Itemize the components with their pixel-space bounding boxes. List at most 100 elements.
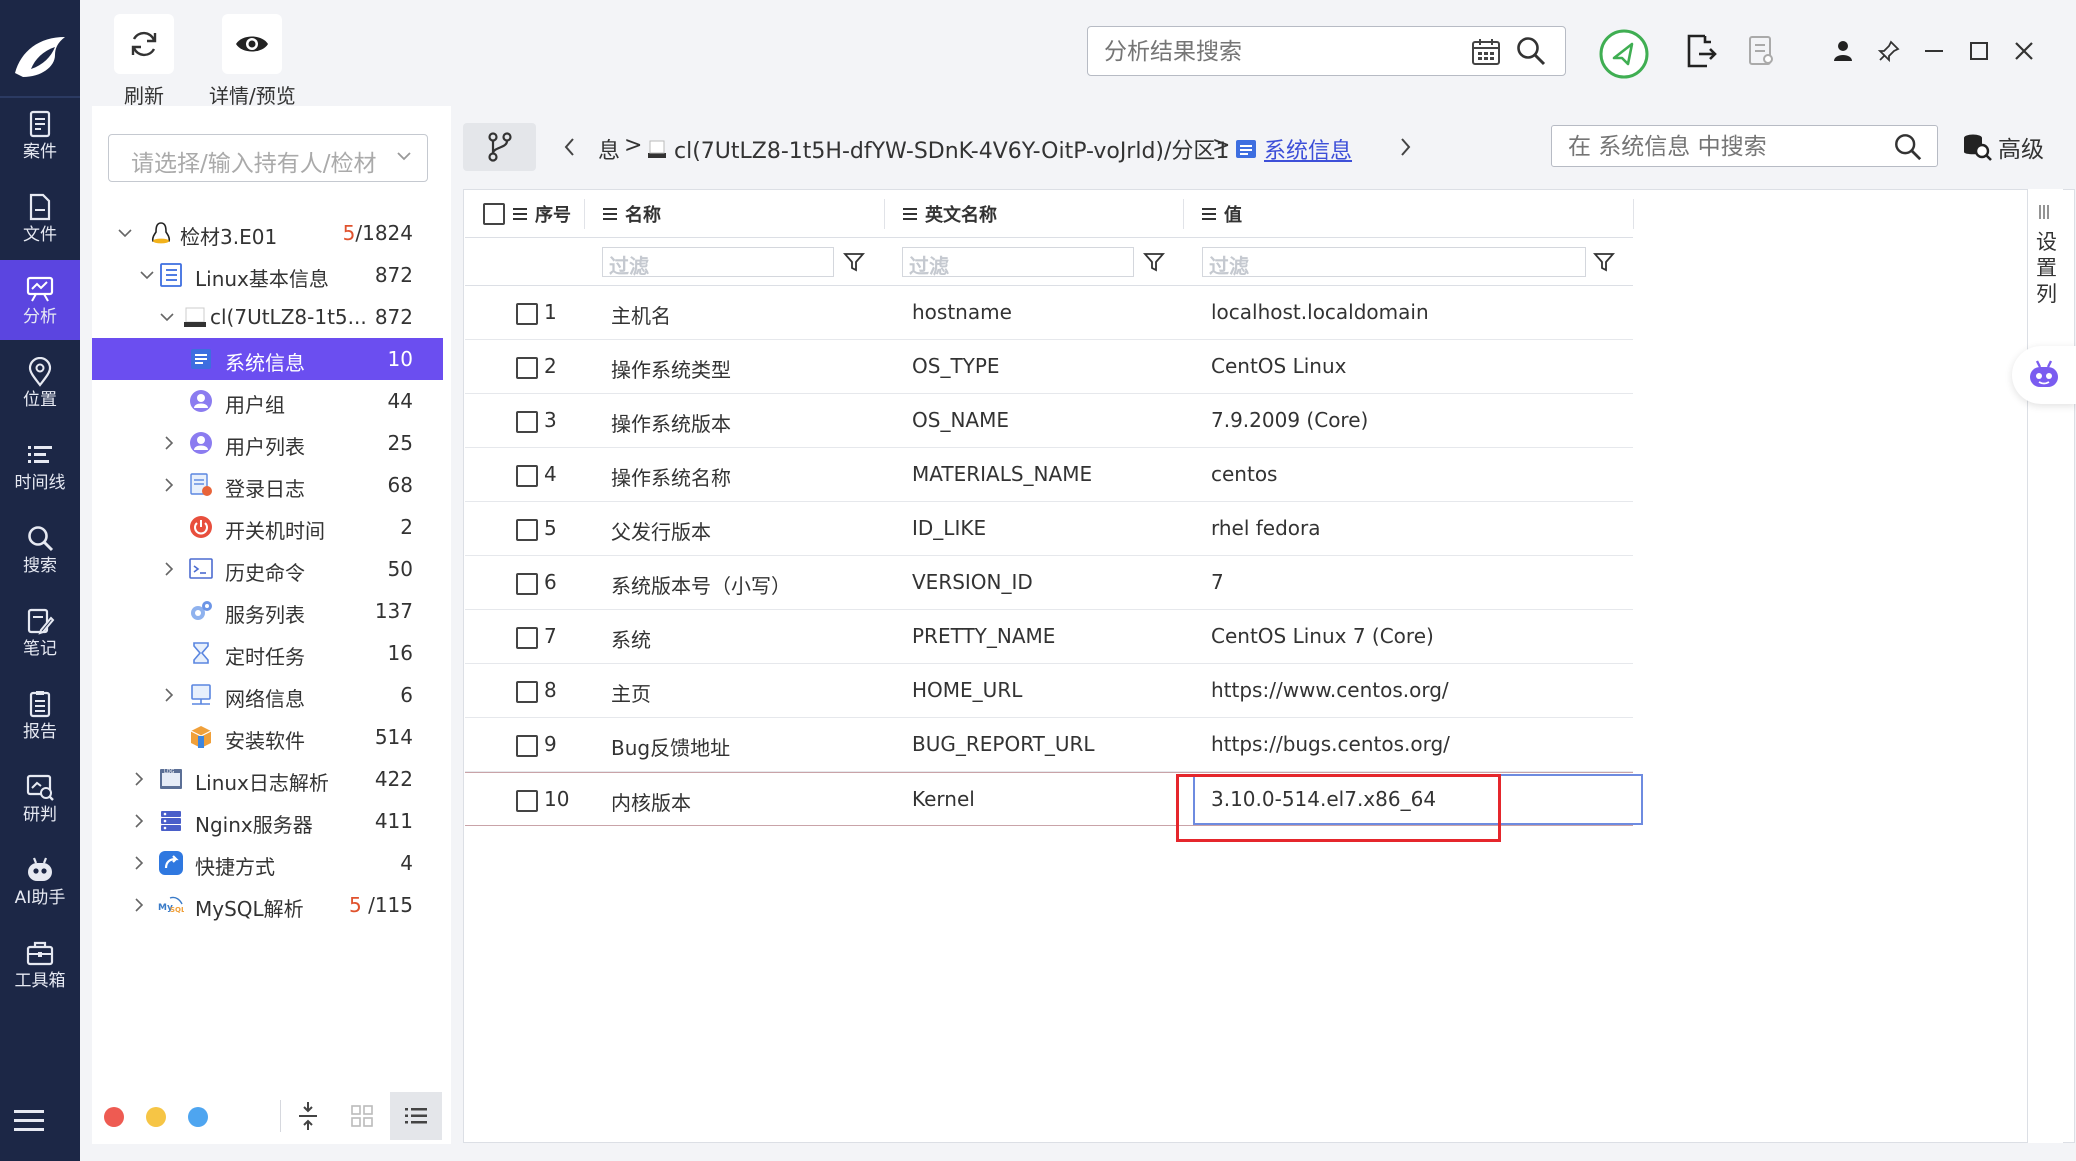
tree-node[interactable]: 定时任务 16 [92, 632, 443, 674]
table-row[interactable]: 5 父发行版本 ID_LIKE rhel fedora [465, 502, 1633, 556]
advanced-search-button[interactable]: 高级 [1962, 130, 2044, 164]
tree-node[interactable]: 快捷方式 4 [92, 842, 443, 884]
filter-icon[interactable] [1593, 251, 1615, 273]
chevron-right-icon[interactable] [132, 856, 146, 870]
user-icon[interactable] [1826, 34, 1860, 68]
tree-node[interactable]: 安装软件 514 [92, 716, 443, 758]
column-divider[interactable] [1183, 199, 1184, 229]
nav-item-judge[interactable]: 研判 [0, 758, 80, 838]
report-doc-icon[interactable] [1744, 34, 1778, 68]
holder-select[interactable]: 请选择/输入持有人/检材 [108, 134, 428, 182]
row-checkbox[interactable] [516, 735, 538, 757]
cell-value[interactable]: 7.9.2009 (Core) [1211, 408, 1368, 432]
list-view-button[interactable] [390, 1092, 442, 1140]
cell-value[interactable]: CentOS Linux 7 (Core) [1211, 624, 1434, 648]
close-icon[interactable] [2007, 34, 2041, 68]
table-row[interactable]: 1 主机名 hostname localhost.localdomain [465, 286, 1633, 340]
chevron-right-icon[interactable] [162, 562, 176, 576]
row-checkbox[interactable] [516, 411, 538, 433]
detail-preview-button[interactable]: 详情/预览 [209, 14, 296, 109]
nav-item-ai-robot[interactable]: AI助手 [0, 841, 80, 921]
table-row[interactable]: 4 操作系统名称 MATERIALS_NAME centos [465, 448, 1633, 502]
tree-node[interactable]: 用户组 44 [92, 380, 443, 422]
tree-node[interactable]: 开关机时间 2 [92, 506, 443, 548]
nav-item-search[interactable]: 搜索 [0, 509, 80, 589]
chevron-right-icon[interactable] [162, 688, 176, 702]
tree-node[interactable]: Nginx服务器 411 [92, 800, 443, 842]
nav-item-report[interactable]: 报告 [0, 675, 80, 755]
shield-check-icon[interactable] [1598, 28, 1650, 80]
cell-value[interactable]: CentOS Linux [1211, 354, 1346, 378]
chevron-right-icon[interactable] [132, 898, 146, 912]
collapse-all-button[interactable] [288, 1095, 328, 1137]
table-search-input[interactable] [1568, 132, 1868, 162]
chevron-right-icon[interactable] [162, 436, 176, 450]
chevron-right-icon[interactable] [1398, 137, 1412, 157]
export-icon[interactable] [1684, 34, 1718, 68]
table-row[interactable]: 3 操作系统版本 OS_NAME 7.9.2009 (Core) [465, 394, 1633, 448]
table-row[interactable]: 9 Bug反馈地址 BUG_REPORT_URL https://bugs.cento… [465, 718, 1633, 772]
select-all-checkbox[interactable] [483, 203, 505, 225]
red-dot-button[interactable] [104, 1107, 124, 1127]
nav-item-case[interactable]: 案件 [0, 95, 80, 175]
tree-node[interactable]: 检材3.E01 5/1824 [92, 212, 443, 254]
tree-node[interactable]: My SQL MySQL解析 5 /115 [92, 884, 443, 926]
search-icon[interactable] [1515, 35, 1547, 67]
tree-node[interactable]: cl(7UtLZ8-1t5... 872 [92, 296, 443, 338]
column-header-value[interactable]: 值 [1202, 201, 1242, 227]
ai-assistant-float-button[interactable] [2012, 346, 2076, 404]
row-checkbox[interactable] [516, 790, 538, 812]
nav-item-timeline[interactable]: 时间线 [0, 426, 80, 506]
table-row[interactable]: 6 系统版本号（小写） VERSION_ID 7 [465, 556, 1633, 610]
table-row[interactable]: 2 操作系统类型 OS_TYPE CentOS Linux [465, 340, 1633, 394]
table-row[interactable]: 7 系统 PRETTY_NAME CentOS Linux 7 (Core) [465, 610, 1633, 664]
breadcrumb-item-partition[interactable]: cl(7UtLZ8-1t5H-dfYW-SDnK-4V6Y-OitP-voJrl… [674, 133, 1229, 165]
cell-value[interactable]: https://www.centos.org/ [1211, 678, 1449, 702]
nav-item-note[interactable]: 笔记 [0, 592, 80, 672]
filter-icon[interactable] [1143, 251, 1165, 273]
chevron-right-icon[interactable] [162, 478, 176, 492]
filter-input-name[interactable]: 过滤 [602, 247, 834, 278]
cell-value[interactable]: localhost.localdomain [1211, 300, 1429, 324]
analysis-search-box[interactable] [1087, 26, 1566, 76]
filter-input-english-name[interactable]: 过滤 [902, 247, 1134, 278]
yellow-dot-button[interactable] [146, 1107, 166, 1127]
column-divider[interactable] [1633, 199, 1634, 229]
maximize-icon[interactable] [1962, 34, 1996, 68]
column-divider[interactable] [884, 199, 885, 229]
row-checkbox[interactable] [516, 627, 538, 649]
cell-value[interactable]: https://bugs.centos.org/ [1211, 732, 1450, 756]
pin-icon[interactable] [1872, 34, 1906, 68]
cell-value[interactable]: centos [1211, 462, 1277, 486]
filter-icon[interactable] [843, 251, 865, 273]
row-checkbox[interactable] [516, 519, 538, 541]
chevron-down-icon[interactable] [160, 310, 174, 324]
nav-item-location[interactable]: 位置 [0, 343, 80, 423]
chevron-down-icon[interactable] [140, 268, 154, 282]
chevron-right-icon[interactable] [132, 772, 146, 786]
column-header-english-name[interactable]: 英文名称 [903, 201, 997, 227]
nav-item-file[interactable]: 文件 [0, 178, 80, 258]
chevron-down-icon[interactable] [118, 226, 132, 240]
row-checkbox[interactable] [516, 573, 538, 595]
nav-item-analysis[interactable]: 分析 [0, 260, 80, 340]
tree-node[interactable]: LOG Linux日志解析 422 [92, 758, 443, 800]
menu-icon[interactable] [14, 1108, 44, 1134]
column-header-index[interactable]: 序号 [513, 201, 571, 227]
cell-value[interactable]: rhel fedora [1211, 516, 1321, 540]
breadcrumb-item-current[interactable]: 系统信息 [1264, 133, 1352, 165]
row-checkbox[interactable] [516, 303, 538, 325]
row-checkbox[interactable] [516, 465, 538, 487]
column-header-name[interactable]: 名称 [603, 201, 661, 227]
tree-node[interactable]: Linux基本信息 872 [92, 254, 443, 296]
column-settings-panel[interactable]: 设 置 列 [2027, 189, 2063, 1143]
nav-item-toolbox[interactable]: 工具箱 [0, 924, 80, 1004]
refresh-button[interactable]: 刷新 [114, 14, 174, 109]
branch-button[interactable] [463, 123, 536, 171]
calendar-icon[interactable] [1471, 37, 1501, 67]
tree-node[interactable]: 登录日志 68 [92, 464, 443, 506]
row-checkbox[interactable] [516, 357, 538, 379]
analysis-search-input[interactable] [1104, 37, 1424, 67]
table-row[interactable]: 8 主页 HOME_URL https://www.centos.org/ [465, 664, 1633, 718]
grid-view-button[interactable] [342, 1095, 382, 1137]
